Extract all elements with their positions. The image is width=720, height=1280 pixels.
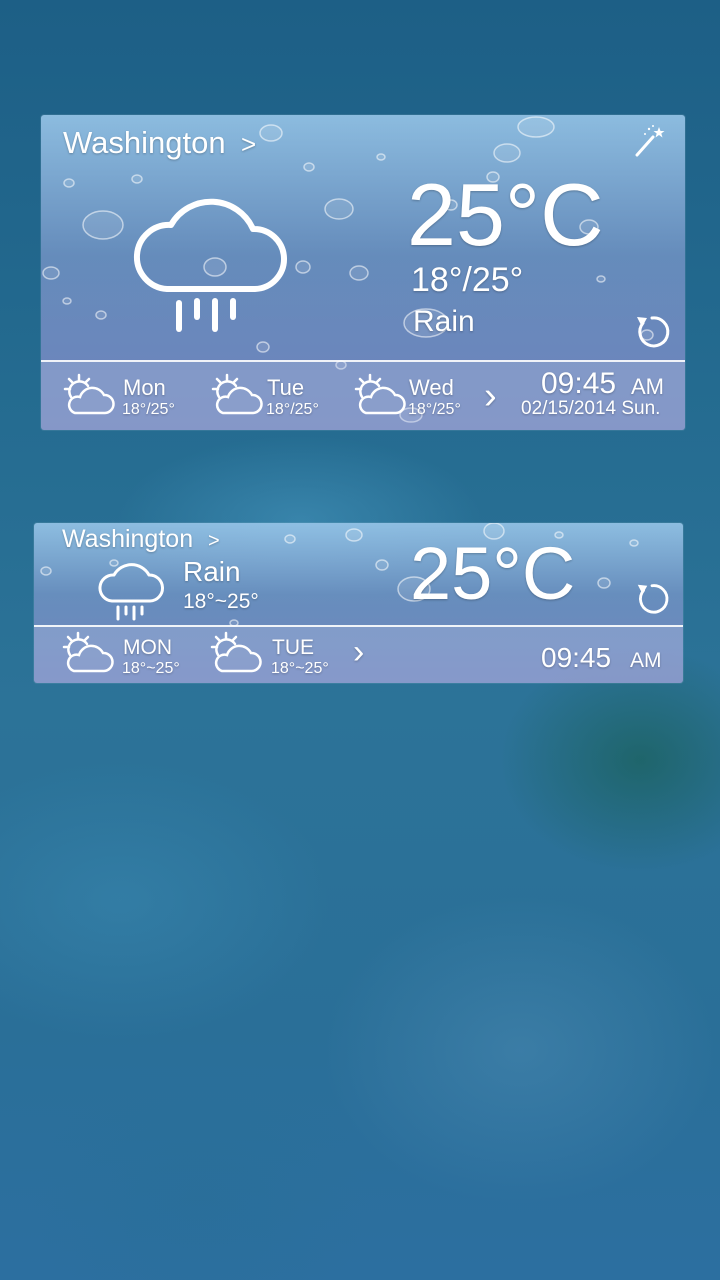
clock-date: 02/15/2014 Sun. bbox=[521, 398, 661, 419]
weather-widget-large[interactable]: Washington > 25°C 18°/25° Rain Mon 18°/2… bbox=[41, 115, 685, 430]
clock-ampm: AM bbox=[630, 649, 662, 672]
forecast-range: 18°/25° bbox=[266, 401, 319, 418]
condition-label: Rain bbox=[183, 556, 241, 587]
forecast-more-arrow[interactable]: › bbox=[484, 377, 497, 415]
forecast-range: 18°~25° bbox=[271, 660, 329, 677]
forecast-day: TUE bbox=[272, 636, 314, 659]
partly-cloudy-icon bbox=[61, 373, 115, 419]
forecast-range: 18°/25° bbox=[408, 401, 461, 418]
temperature-range: 18°/25° bbox=[411, 261, 524, 299]
forecast-day: Wed bbox=[409, 375, 454, 400]
partly-cloudy-icon bbox=[209, 373, 263, 419]
clock-time[interactable]: 09:45 bbox=[541, 369, 616, 399]
magic-wand-icon[interactable] bbox=[631, 123, 667, 159]
condition-label: Rain bbox=[413, 305, 475, 338]
city-name[interactable]: Washington bbox=[62, 527, 193, 552]
current-temperature: 25°C bbox=[407, 165, 604, 264]
rain-cloud-icon bbox=[131, 177, 291, 337]
forecast-range: 18°/25° bbox=[122, 401, 175, 418]
forecast-more-arrow[interactable]: › bbox=[353, 635, 364, 669]
forecast-day: Mon bbox=[123, 375, 166, 400]
city-name[interactable]: Washington bbox=[63, 127, 226, 158]
partly-cloudy-icon bbox=[352, 373, 406, 419]
city-arrow[interactable]: > bbox=[241, 131, 256, 157]
rain-cloud-icon bbox=[96, 557, 166, 623]
weather-widget-small[interactable]: Washington > Rain 18°~25° 25°C MON 18°~2… bbox=[34, 523, 683, 683]
current-temperature: 25°C bbox=[410, 532, 576, 615]
forecast-day: Tue bbox=[267, 375, 305, 400]
forecast-range: 18°~25° bbox=[122, 660, 180, 677]
widget-divider bbox=[41, 360, 685, 362]
forecast-day: MON bbox=[123, 636, 172, 659]
widget-divider bbox=[34, 625, 683, 627]
city-arrow[interactable]: > bbox=[208, 531, 220, 551]
partly-cloudy-icon bbox=[208, 631, 262, 677]
refresh-icon[interactable] bbox=[634, 581, 670, 617]
clock-ampm: AM bbox=[631, 374, 664, 399]
refresh-icon[interactable] bbox=[633, 313, 671, 351]
temperature-range: 18°~25° bbox=[183, 590, 259, 613]
partly-cloudy-icon bbox=[60, 631, 114, 677]
clock-time[interactable]: 09:45 bbox=[541, 644, 611, 672]
